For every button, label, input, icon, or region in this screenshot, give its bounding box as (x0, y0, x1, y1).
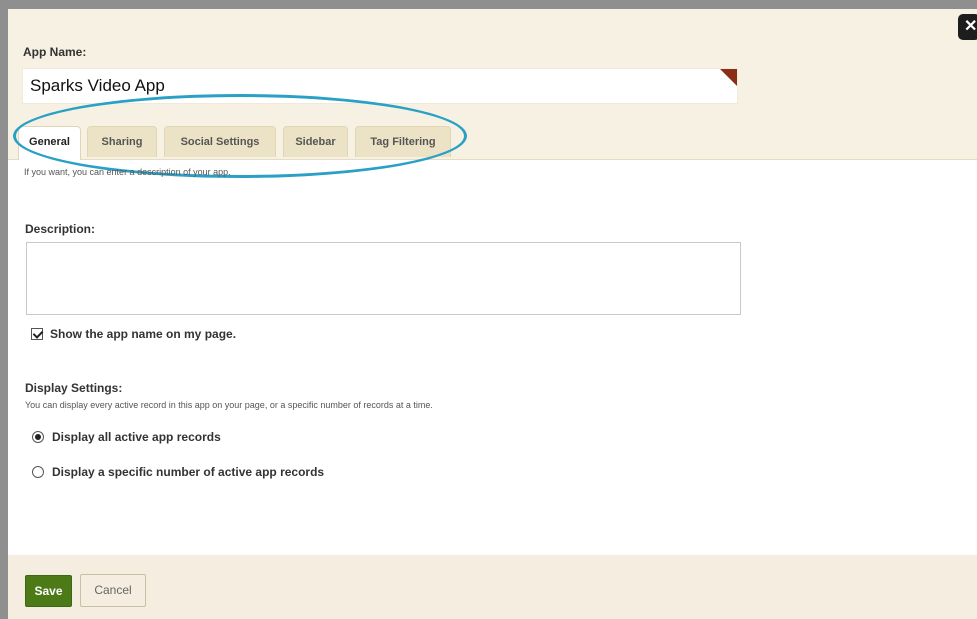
show-name-option[interactable]: Show the app name on my page. (31, 326, 236, 342)
display-specific-label: Display a specific number of active app … (52, 465, 325, 479)
display-specific-option[interactable]: Display a specific number of active app … (32, 464, 324, 480)
cancel-button[interactable]: Cancel (80, 574, 146, 607)
window-frame-top (0, 0, 977, 9)
tab-social-settings[interactable]: Social Settings (164, 126, 276, 157)
close-icon: ✕ (964, 18, 977, 35)
tab-sharing[interactable]: Sharing (87, 126, 157, 157)
app-name-label: App Name: (23, 45, 87, 59)
show-name-label: Show the app name on my page. (50, 327, 237, 341)
tab-sidebar[interactable]: Sidebar (283, 126, 348, 157)
tab-general[interactable]: General (18, 126, 81, 160)
display-all-label: Display all active app records (52, 430, 221, 444)
display-settings-heading: Display Settings: (25, 381, 123, 395)
general-hint-text: If you want, you can enter a description… (24, 167, 231, 177)
tab-tag-filtering[interactable]: Tag Filtering (355, 126, 451, 157)
display-specific-radio[interactable] (32, 466, 44, 478)
save-button[interactable]: Save (25, 575, 72, 607)
window-frame-left (0, 0, 8, 619)
description-textarea[interactable] (26, 242, 741, 315)
show-name-checkbox[interactable] (31, 328, 43, 340)
required-flag-icon (720, 69, 737, 86)
display-settings-description: You can display every active record in t… (25, 400, 433, 410)
app-name-input[interactable] (22, 68, 738, 104)
display-all-radio[interactable] (32, 431, 44, 443)
description-label: Description: (25, 222, 96, 236)
display-all-option[interactable]: Display all active app records (32, 429, 221, 445)
close-button[interactable]: ✕ (958, 14, 977, 40)
dialog-footer: Save Cancel (8, 555, 977, 619)
